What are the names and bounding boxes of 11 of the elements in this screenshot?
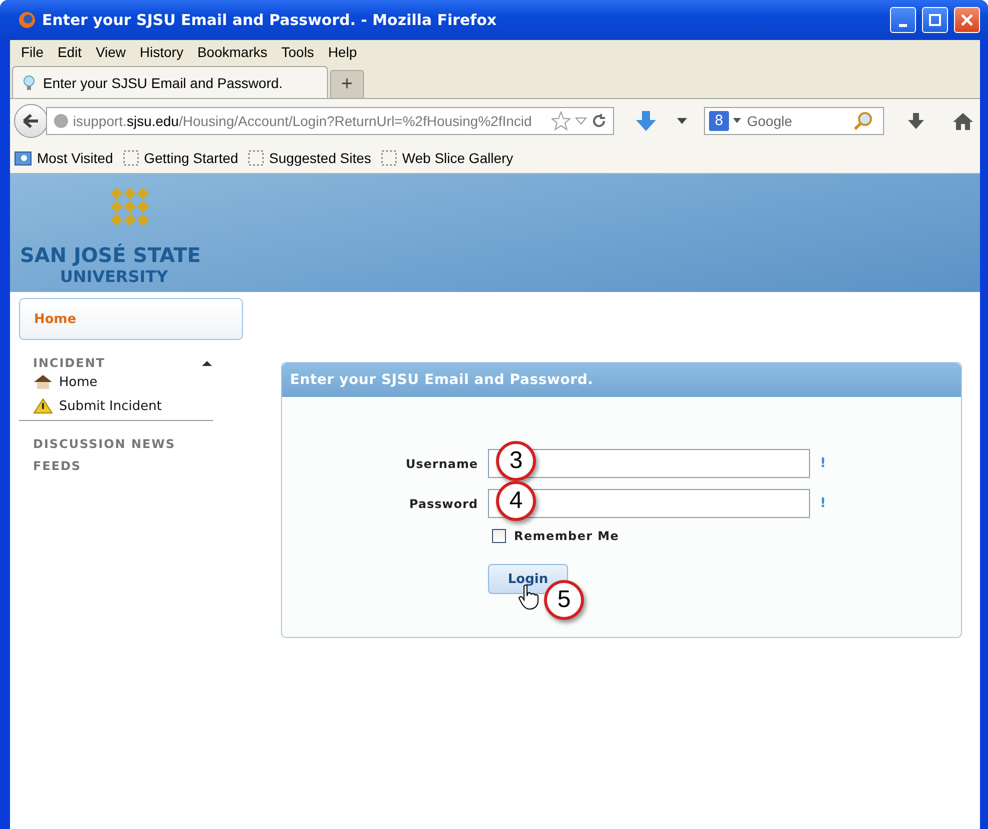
site-subname: UNIVERSITY (60, 268, 168, 286)
step-callout: 3 (496, 441, 536, 481)
window-title: Enter your SJSU Email and Password. - Mozilla Firefox (42, 11, 498, 29)
checkbox-label: Remember Me (514, 529, 620, 543)
required-mark: ! (820, 456, 827, 471)
field-label: Username (404, 456, 478, 470)
step-callout: 4 (496, 481, 536, 521)
required-mark: ! (820, 496, 827, 511)
site-name: SAN JOSÉ STATE (20, 244, 201, 266)
field-label: Password (408, 496, 478, 510)
panel-title: Enter your SJSU Email and Password. (282, 363, 961, 397)
